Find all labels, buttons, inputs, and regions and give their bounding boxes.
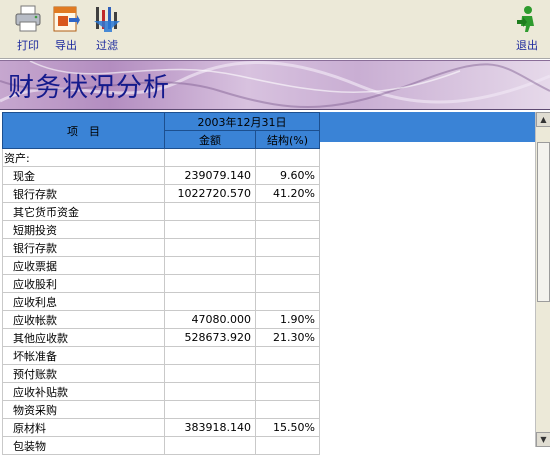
item-name-cell: 应收利息 (2, 292, 165, 311)
structure-cell (255, 436, 320, 455)
structure-cell (255, 202, 320, 221)
amount-cell (164, 364, 256, 383)
structure-cell (255, 292, 320, 311)
amount-cell (164, 220, 256, 239)
table-row[interactable]: 资产: (2, 148, 320, 167)
item-name-cell: 应收票据 (2, 256, 165, 275)
print-button[interactable]: 打印 (8, 4, 48, 54)
structure-cell: 41.20% (255, 184, 320, 203)
item-name-cell: 资产: (2, 148, 165, 167)
vertical-scrollbar[interactable]: ▲ ▼ (535, 112, 550, 447)
export-icon (53, 6, 80, 32)
table-row[interactable]: 原材料 383918.140 15.50% (2, 418, 320, 437)
export-label: 导出 (55, 39, 77, 52)
table-row[interactable]: 银行存款 1022720.570 41.20% (2, 184, 320, 203)
printer-icon (15, 5, 41, 32)
table-row[interactable]: 银行存款 (2, 238, 320, 257)
amount-cell (164, 274, 256, 293)
table-row[interactable]: 应收票据 (2, 256, 320, 275)
table-row[interactable]: 其它货币资金 (2, 202, 320, 221)
scroll-up-button[interactable]: ▲ (536, 112, 550, 127)
column-header-amount[interactable]: 金额 (164, 130, 256, 149)
structure-cell (255, 382, 320, 401)
structure-cell: 15.50% (255, 418, 320, 437)
amount-cell (164, 346, 256, 365)
item-name-cell: 短期投资 (2, 220, 165, 239)
amount-cell (164, 292, 256, 311)
item-name-cell: 预付账款 (2, 364, 165, 383)
amount-cell (164, 436, 256, 455)
column-header-date[interactable]: 2003年12月31日 (164, 112, 320, 131)
item-name-cell: 应收帐款 (2, 310, 165, 329)
table-row[interactable]: 物资采购 (2, 400, 320, 419)
amount-cell: 1022720.570 (164, 184, 256, 203)
item-name-cell: 银行存款 (2, 184, 165, 203)
analysis-grid[interactable]: 项 目 2003年12月31日 金额 结构(%) 资产: 现金 239079.140… (0, 110, 550, 455)
filter-icon (94, 7, 120, 32)
structure-cell (255, 364, 320, 383)
export-button[interactable]: 导出 (46, 4, 86, 54)
table-row[interactable]: 应收利息 (2, 292, 320, 311)
item-name-cell: 银行存款 (2, 238, 165, 257)
structure-cell (255, 220, 320, 239)
exit-icon (517, 6, 534, 32)
amount-cell (164, 382, 256, 401)
item-name-cell: 应收补贴款 (2, 382, 165, 401)
structure-cell: 9.60% (255, 166, 320, 185)
table-row[interactable]: 应收帐款 47080.000 1.90% (2, 310, 320, 329)
structure-cell (255, 274, 320, 293)
structure-cell (255, 346, 320, 365)
item-name-cell: 原材料 (2, 418, 165, 437)
table-row[interactable]: 其他应收款 528673.920 21.30% (2, 328, 320, 347)
print-label: 打印 (17, 39, 39, 52)
scroll-down-button[interactable]: ▼ (536, 432, 550, 447)
column-header-structure[interactable]: 结构(%) (255, 130, 320, 149)
toolbar: 打印 导出 过滤 退出 (0, 0, 550, 59)
item-name-cell: 其他应收款 (2, 328, 165, 347)
column-header-item[interactable]: 项 目 (2, 112, 165, 149)
table-row[interactable]: 包装物 (2, 436, 320, 455)
table-row[interactable]: 应收股利 (2, 274, 320, 293)
page-title: 财务状况分析 (8, 73, 171, 103)
item-name-cell: 物资采购 (2, 400, 165, 419)
amount-cell: 47080.000 (164, 310, 256, 329)
item-name-cell: 现金 (2, 166, 165, 185)
table-row[interactable]: 坏帐准备 (2, 346, 320, 365)
amount-cell (164, 238, 256, 257)
header-fill (320, 112, 535, 142)
item-name-cell: 应收股利 (2, 274, 165, 293)
structure-cell: 21.30% (255, 328, 320, 347)
filter-label: 过滤 (96, 39, 118, 52)
title-banner: 财务状况分析 (0, 60, 550, 111)
filter-button[interactable]: 过滤 (87, 4, 127, 54)
table-row[interactable]: 短期投资 (2, 220, 320, 239)
amount-cell (164, 256, 256, 275)
item-name-cell: 其它货币资金 (2, 202, 165, 221)
item-name-cell: 包装物 (2, 436, 165, 455)
structure-cell (255, 256, 320, 275)
amount-cell: 383918.140 (164, 418, 256, 437)
amount-cell: 528673.920 (164, 328, 256, 347)
table-row[interactable]: 预付账款 (2, 364, 320, 383)
structure-cell: 1.90% (255, 310, 320, 329)
table-row[interactable]: 应收补贴款 (2, 382, 320, 401)
exit-button[interactable]: 退出 (507, 4, 547, 54)
amount-cell (164, 202, 256, 221)
amount-cell: 239079.140 (164, 166, 256, 185)
table-row[interactable]: 现金 239079.140 9.60% (2, 166, 320, 185)
structure-cell (255, 400, 320, 419)
amount-cell (164, 400, 256, 419)
scroll-thumb[interactable] (537, 142, 550, 302)
structure-cell (255, 238, 320, 257)
analysis-table: 项 目 2003年12月31日 金额 结构(%) 资产: 现金 239079.140… (2, 112, 320, 455)
structure-cell (255, 148, 320, 167)
table-body: 资产: 现金 239079.140 9.60% 银行存款 1022720.570 41.20… (2, 148, 320, 455)
item-name-cell: 坏帐准备 (2, 346, 165, 365)
exit-label: 退出 (516, 39, 538, 52)
amount-cell (164, 148, 256, 167)
